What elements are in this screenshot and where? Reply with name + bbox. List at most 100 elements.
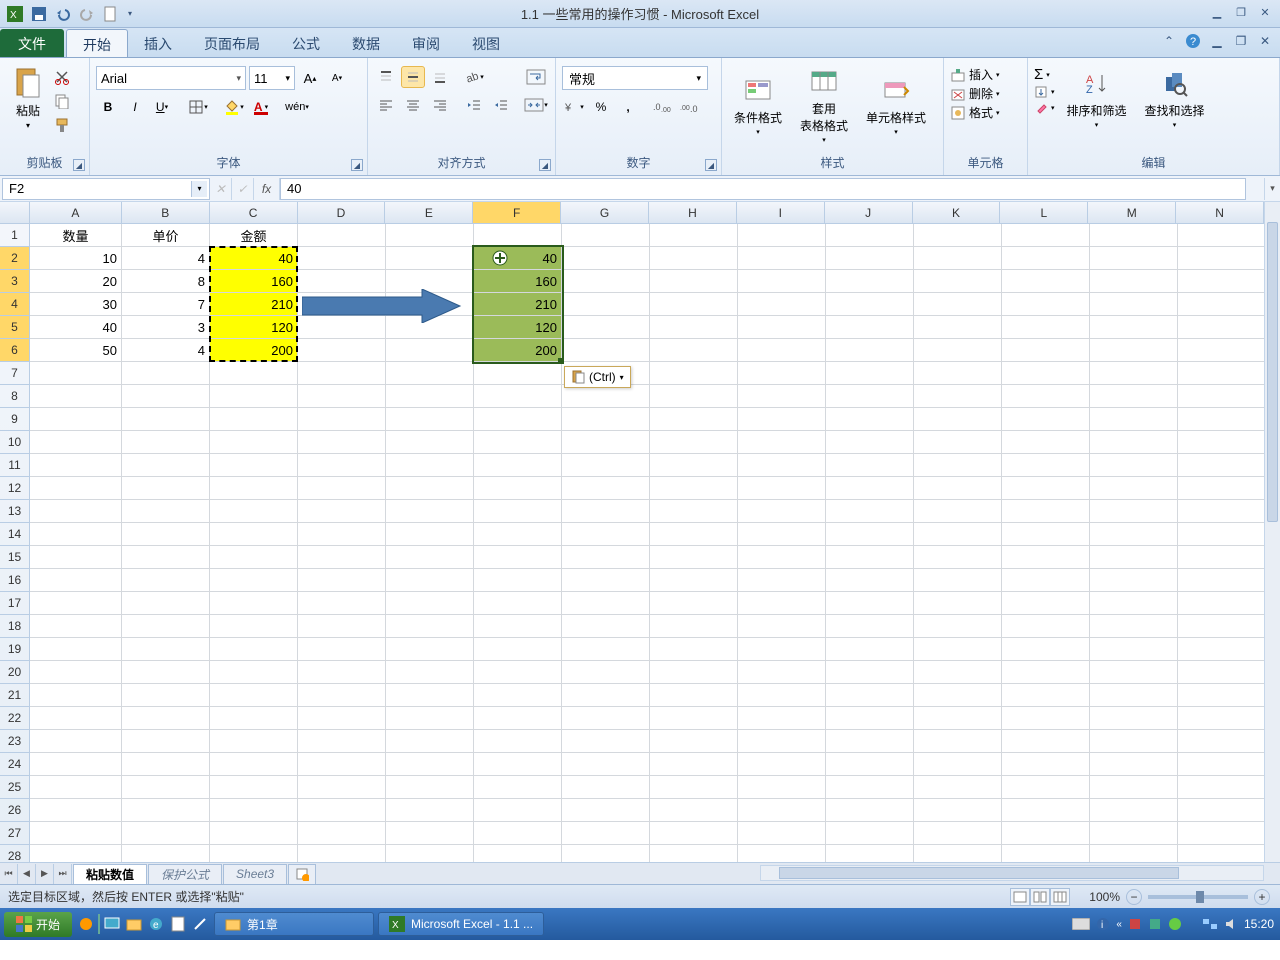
cell-G2[interactable] <box>562 247 650 270</box>
ql-notepad-icon[interactable] <box>168 914 188 934</box>
cell-K26[interactable] <box>914 799 1002 822</box>
cell-L7[interactable] <box>1002 362 1090 385</box>
cell-D1[interactable] <box>298 224 386 247</box>
cell-L17[interactable] <box>1002 592 1090 615</box>
cell-D2[interactable] <box>298 247 386 270</box>
cell-D17[interactable] <box>298 592 386 615</box>
cell-H14[interactable] <box>650 523 738 546</box>
cell-C17[interactable] <box>210 592 298 615</box>
ql-icon-1[interactable] <box>76 914 96 934</box>
cell-G5[interactable] <box>562 316 650 339</box>
cell-M28[interactable] <box>1090 845 1178 862</box>
insert-cells-button[interactable]: 插入▾ <box>950 66 1021 83</box>
cell-F17[interactable] <box>474 592 562 615</box>
cell-M16[interactable] <box>1090 569 1178 592</box>
cell-C13[interactable] <box>210 500 298 523</box>
cell-F24[interactable] <box>474 753 562 776</box>
cell-J3[interactable] <box>826 270 914 293</box>
row-header-18[interactable]: 18 <box>0 615 29 638</box>
cell-D25[interactable] <box>298 776 386 799</box>
tray-network-icon[interactable] <box>1202 917 1218 931</box>
cell-G17[interactable] <box>562 592 650 615</box>
row-header-13[interactable]: 13 <box>0 500 29 523</box>
conditional-format-button[interactable]: 条件格式▾ <box>728 64 788 146</box>
cell-C25[interactable] <box>210 776 298 799</box>
cell-N20[interactable] <box>1178 661 1266 684</box>
cell-B22[interactable] <box>122 707 210 730</box>
row-header-26[interactable]: 26 <box>0 799 29 822</box>
cell-C6[interactable]: 200 <box>210 339 298 362</box>
cell-F27[interactable] <box>474 822 562 845</box>
cell-G10[interactable] <box>562 431 650 454</box>
cell-A20[interactable] <box>30 661 122 684</box>
cell-I25[interactable] <box>738 776 826 799</box>
cell-K14[interactable] <box>914 523 1002 546</box>
cell-A13[interactable] <box>30 500 122 523</box>
find-select-button[interactable]: 查找和选择▾ <box>1139 66 1211 131</box>
tray-clock[interactable]: 15:20 <box>1244 917 1274 931</box>
cell-M25[interactable] <box>1090 776 1178 799</box>
cell-H9[interactable] <box>650 408 738 431</box>
cell-D27[interactable] <box>298 822 386 845</box>
doc-restore-button[interactable]: ❐ <box>1232 32 1250 50</box>
cell-J24[interactable] <box>826 753 914 776</box>
cell-D12[interactable] <box>298 477 386 500</box>
cell-I13[interactable] <box>738 500 826 523</box>
cell-B1[interactable]: 单价 <box>122 224 210 247</box>
cell-E27[interactable] <box>386 822 474 845</box>
cell-B28[interactable] <box>122 845 210 862</box>
cell-B6[interactable]: 4 <box>122 339 210 362</box>
sheet-tab-2[interactable]: 保护公式 <box>148 864 222 884</box>
cell-F19[interactable] <box>474 638 562 661</box>
cell-J13[interactable] <box>826 500 914 523</box>
vertical-scrollbar[interactable] <box>1264 202 1280 862</box>
cell-G11[interactable] <box>562 454 650 477</box>
cell-N28[interactable] <box>1178 845 1266 862</box>
cell-I4[interactable] <box>738 293 826 316</box>
cell-K19[interactable] <box>914 638 1002 661</box>
cell-L11[interactable] <box>1002 454 1090 477</box>
cell-M22[interactable] <box>1090 707 1178 730</box>
align-middle-icon[interactable] <box>401 66 425 88</box>
cell-M3[interactable] <box>1090 270 1178 293</box>
row-header-14[interactable]: 14 <box>0 523 29 546</box>
cell-M18[interactable] <box>1090 615 1178 638</box>
cell-C24[interactable] <box>210 753 298 776</box>
row-header-2[interactable]: 2 <box>0 247 29 270</box>
cell-N25[interactable] <box>1178 776 1266 799</box>
cell-L26[interactable] <box>1002 799 1090 822</box>
cell-H1[interactable] <box>650 224 738 247</box>
font-name-combo[interactable]: Arial▾ <box>96 66 246 90</box>
merge-center-icon[interactable]: ▾ <box>521 94 551 116</box>
cell-J25[interactable] <box>826 776 914 799</box>
cell-D9[interactable] <box>298 408 386 431</box>
cell-N16[interactable] <box>1178 569 1266 592</box>
cell-D21[interactable] <box>298 684 386 707</box>
cell-H4[interactable] <box>650 293 738 316</box>
cell-L1[interactable] <box>1002 224 1090 247</box>
cell-D24[interactable] <box>298 753 386 776</box>
cell-B20[interactable] <box>122 661 210 684</box>
cell-M20[interactable] <box>1090 661 1178 684</box>
start-button[interactable]: 开始 <box>4 912 72 937</box>
row-header-15[interactable]: 15 <box>0 546 29 569</box>
cell-L27[interactable] <box>1002 822 1090 845</box>
fx-button[interactable]: fx <box>254 178 280 200</box>
cell-A16[interactable] <box>30 569 122 592</box>
cell-F11[interactable] <box>474 454 562 477</box>
row-header-21[interactable]: 21 <box>0 684 29 707</box>
cell-C10[interactable] <box>210 431 298 454</box>
cell-C5[interactable]: 120 <box>210 316 298 339</box>
cell-H12[interactable] <box>650 477 738 500</box>
cell-E21[interactable] <box>386 684 474 707</box>
cell-G3[interactable] <box>562 270 650 293</box>
cell-H11[interactable] <box>650 454 738 477</box>
cell-B16[interactable] <box>122 569 210 592</box>
paste-options-button[interactable]: (Ctrl)▾ <box>564 366 631 388</box>
cell-N21[interactable] <box>1178 684 1266 707</box>
cell-F4[interactable]: 210 <box>474 293 562 316</box>
cell-F14[interactable] <box>474 523 562 546</box>
cell-A24[interactable] <box>30 753 122 776</box>
cell-K6[interactable] <box>914 339 1002 362</box>
cell-I7[interactable] <box>738 362 826 385</box>
